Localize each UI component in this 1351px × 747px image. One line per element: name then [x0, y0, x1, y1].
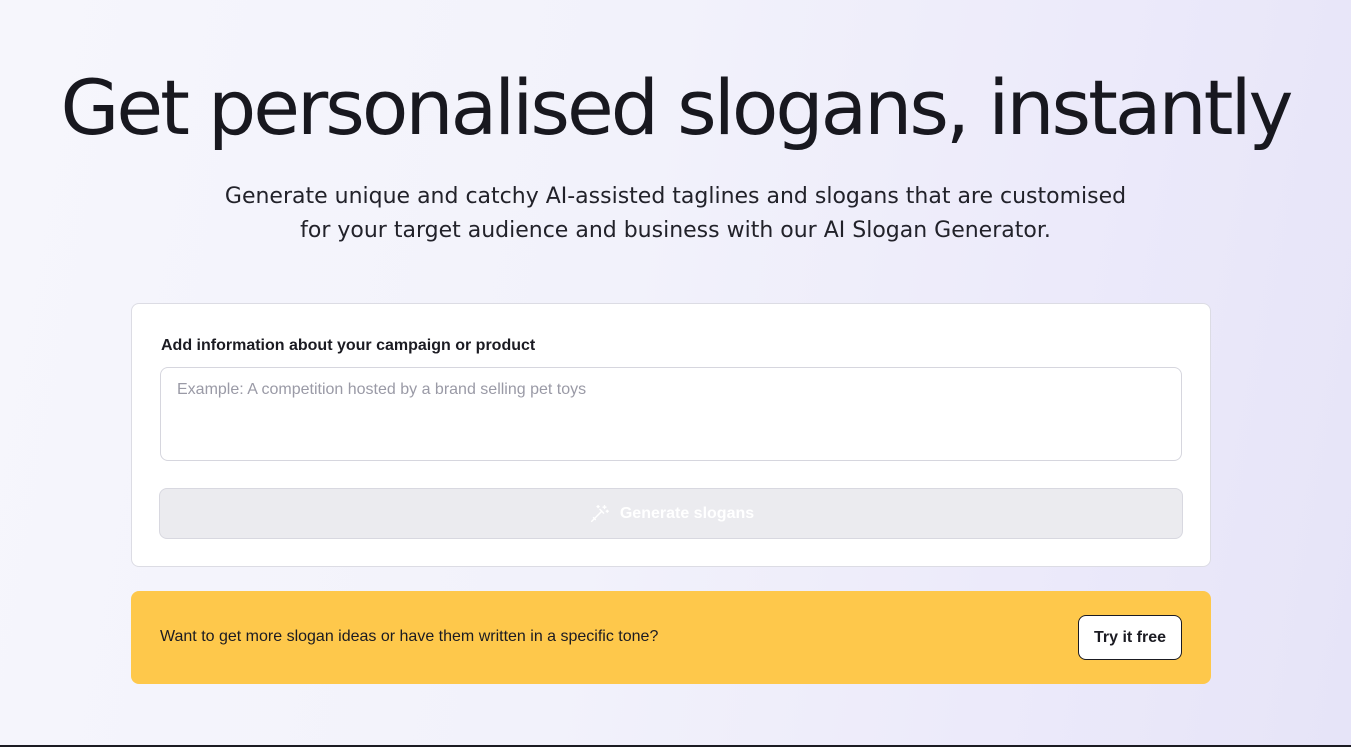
upgrade-banner: Want to get more slogan ideas or have th…: [131, 591, 1211, 684]
page: { "hero": { "title": "Get personalised s…: [0, 0, 1351, 747]
slogan-form-card: Add information about your campaign or p…: [131, 303, 1211, 567]
generate-slogans-label: Generate slogans: [619, 504, 755, 522]
page-subtitle-line-2: for your target audience and business wi…: [300, 218, 1051, 243]
campaign-info-label: Add information about your campaign or p…: [161, 337, 536, 354]
page-title: Get personalised slogans, instantly: [60, 63, 1293, 152]
campaign-info-input[interactable]: [160, 367, 1182, 461]
page-subtitle-line-1: Generate unique and catchy AI-assisted t…: [224, 184, 1127, 209]
magic-wand-icon: [588, 503, 610, 525]
generate-slogans-button[interactable]: Generate slogans: [159, 488, 1183, 539]
page-subtitle: Generate unique and catchy AI-assisted t…: [0, 180, 1351, 248]
upgrade-banner-text: Want to get more slogan ideas or have th…: [160, 628, 659, 645]
try-it-free-button[interactable]: Try it free: [1078, 615, 1182, 660]
